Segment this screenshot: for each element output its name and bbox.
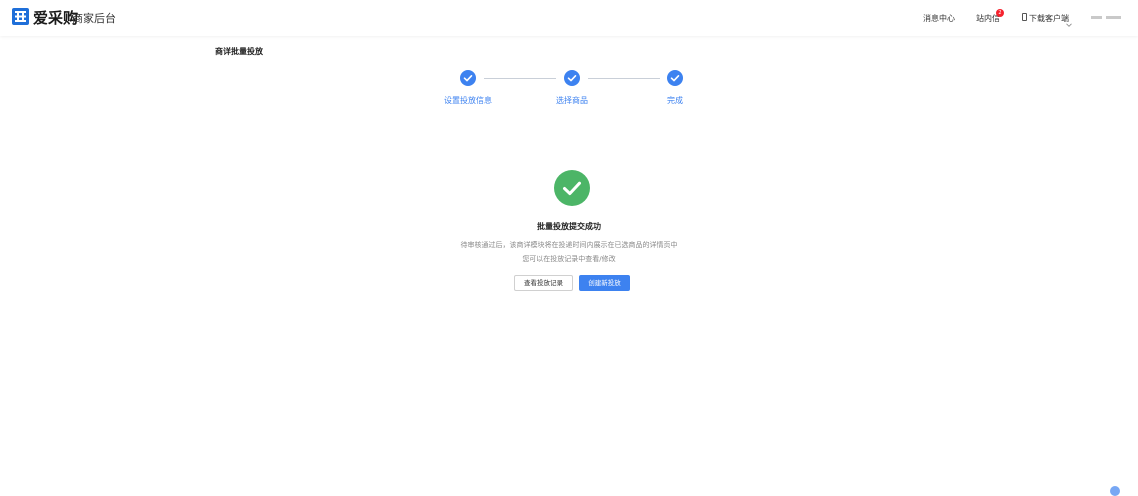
view-records-button[interactable]: 查看投放记录 (514, 275, 573, 291)
step-connector (484, 78, 556, 79)
logo-icon[interactable] (12, 8, 29, 25)
site-mail-badge: 2 (996, 9, 1004, 17)
phone-icon (1022, 13, 1027, 21)
step-1-check-icon (460, 70, 476, 86)
step-connector (588, 78, 660, 79)
page-title: 商详批量投放 (215, 47, 263, 56)
result-description: 待审核通过后，该商详模块将在投递时间内展示在已选商品的详情页中 (460, 241, 678, 249)
result-hint: 您可以在投放记录中查看/修改 (522, 255, 616, 263)
top-bar: 爱采购 商家后台 消息中心 站内信 2 下载客户端 (0, 0, 1138, 36)
message-center-link[interactable]: 消息中心 (923, 13, 955, 24)
user-account-placeholder[interactable] (1106, 16, 1121, 19)
user-name-placeholder[interactable] (1091, 16, 1102, 19)
step-1-label: 设置投放信息 (444, 96, 492, 105)
floating-help-button[interactable] (1110, 486, 1120, 496)
create-new-button[interactable]: 创建新投放 (579, 275, 630, 291)
chevron-down-icon[interactable] (1066, 13, 1072, 27)
success-check-icon (554, 170, 590, 206)
step-2-label: 选择商品 (556, 96, 588, 105)
step-3-label: 完成 (667, 96, 683, 105)
app-subtitle: 商家后台 (72, 12, 116, 25)
download-client-link[interactable]: 下载客户端 (1029, 13, 1069, 24)
step-2-check-icon (564, 70, 580, 86)
step-3-check-icon (667, 70, 683, 86)
result-title: 批量投放提交成功 (537, 222, 601, 231)
